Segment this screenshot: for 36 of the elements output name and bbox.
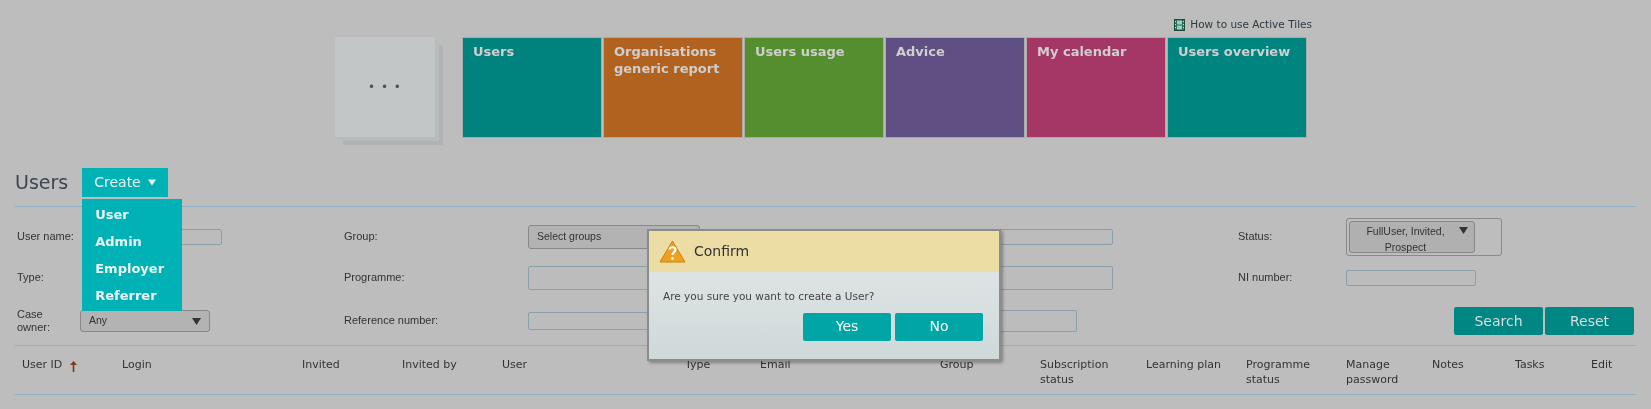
- column-header[interactable]: Learning plan: [1146, 357, 1221, 373]
- warning-icon: [659, 240, 686, 263]
- field-label: Group:: [344, 230, 379, 244]
- column-header[interactable]: Invited by: [402, 357, 457, 373]
- field-label: Reference number:: [344, 314, 440, 328]
- field-label: User name:: [17, 230, 75, 244]
- caret-icon: [192, 317, 201, 325]
- select-field[interactable]: Any: [80, 310, 210, 332]
- column-header[interactable]: Tasks: [1515, 357, 1545, 373]
- input-field[interactable]: [1346, 270, 1476, 286]
- dialog-message: Are you sure you want to create a User?: [662, 289, 876, 303]
- tile-button[interactable]: Advice: [885, 37, 1025, 138]
- column-header[interactable]: Invited: [302, 357, 340, 373]
- more-tiles-button[interactable]: • • •: [335, 37, 435, 137]
- column-header[interactable]: Manage password: [1346, 357, 1428, 388]
- field-label: Case owner:: [17, 307, 52, 335]
- field-label: Programme:: [344, 271, 406, 285]
- caret-icon: [1459, 227, 1468, 234]
- column-header[interactable]: User: [502, 357, 528, 373]
- field-label: Status:: [1238, 230, 1274, 244]
- column-header[interactable]: Programme status: [1246, 357, 1328, 388]
- column-header[interactable]: Login: [122, 357, 152, 373]
- film-icon: [1174, 19, 1186, 31]
- field-label: Type:: [17, 271, 45, 285]
- field-label: NI number:: [1238, 271, 1294, 285]
- caret-icon: [147, 179, 156, 186]
- action-button[interactable]: Reset: [1545, 307, 1634, 335]
- column-header[interactable]: Edit: [1591, 357, 1613, 373]
- tile-button[interactable]: My calendar: [1026, 37, 1166, 138]
- multiselect-field[interactable]: FullUser, Invited, Prospect: [1349, 221, 1475, 253]
- column-header[interactable]: Notes: [1432, 357, 1464, 373]
- section-title: Users: [15, 170, 69, 195]
- column-header[interactable]: User ID: [22, 357, 63, 373]
- action-button[interactable]: Search: [1454, 307, 1543, 335]
- column-header[interactable]: Subscription status: [1040, 357, 1122, 388]
- help-link[interactable]: How to use Active Tiles: [1174, 13, 1312, 37]
